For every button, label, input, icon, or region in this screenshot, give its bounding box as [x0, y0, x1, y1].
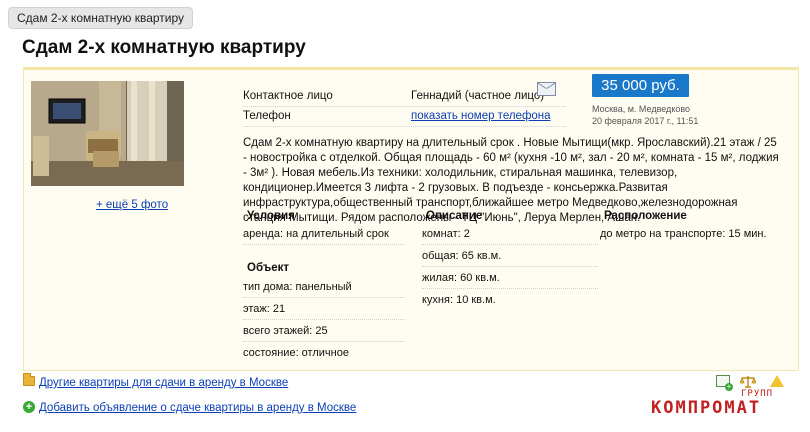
detail-row: общая: 65 кв.м. [422, 245, 598, 267]
contact-person-label: Контактное лицо [243, 90, 333, 102]
phone-label: Телефон [243, 110, 291, 122]
listing-location: Москва, м. Медведково [592, 104, 691, 114]
apartment-photo[interactable] [31, 81, 184, 186]
folder-icon [23, 373, 35, 386]
scales-icon[interactable] [739, 375, 757, 388]
detail-row: всего этажей: 25 [243, 320, 405, 342]
detail-row: кухня: 10 кв.м. [422, 294, 496, 306]
detail-row: аренда: на длительный срок [243, 223, 405, 245]
scales-icon-image [739, 376, 757, 388]
phone-row: Телефон показать номер телефона [243, 106, 566, 127]
page-tab[interactable]: Сдам 2-х комнатную квартиру [8, 7, 194, 29]
contact-person-row: Контактное лицо Геннадий (частное лицо) [243, 86, 566, 107]
plus-circle-icon: + [23, 401, 35, 413]
listing-description: Сдам 2-х комнатную квартиру на длительны… [243, 137, 779, 224]
add-listing-link[interactable]: Добавить объявление о сдаче квартиры в а… [39, 402, 356, 414]
warning-icon[interactable] [770, 375, 784, 387]
detail-row: до метро на транспорте: 15 мин. [600, 228, 767, 240]
conditions-heading: Условия [247, 210, 295, 222]
detail-row: тип дома: панельный [243, 276, 405, 298]
envelope-icon[interactable] [537, 82, 556, 96]
show-phone-link[interactable]: показать номер телефона [411, 106, 551, 127]
location-heading: Расположение [604, 210, 687, 222]
object-heading: Объект [247, 262, 290, 274]
apartment-photo-image [31, 81, 184, 186]
detail-row: этаж: 21 [243, 298, 405, 320]
listing-date: 20 февраля 2017 г., 11:51 [592, 116, 699, 126]
watermark: КОМПРОМАТ [651, 398, 762, 418]
detail-row: жилая: 60 кв.м. [422, 267, 598, 289]
detail-row: комнат: 2 [422, 223, 598, 245]
page-title: Сдам 2-х комнатную квартиру [22, 37, 306, 58]
price-badge: 35 000 руб. [592, 74, 689, 97]
description-heading: Описание [426, 210, 483, 222]
more-photos-link[interactable]: + ещё 5 фото [96, 199, 168, 211]
contact-person-value: Геннадий (частное лицо) [411, 90, 545, 102]
detail-row: состояние: отличное [243, 347, 349, 359]
add-note-icon[interactable] [716, 375, 733, 391]
other-apartments-link[interactable]: Другие квартиры для сдачи в аренду в Мос… [39, 377, 288, 389]
